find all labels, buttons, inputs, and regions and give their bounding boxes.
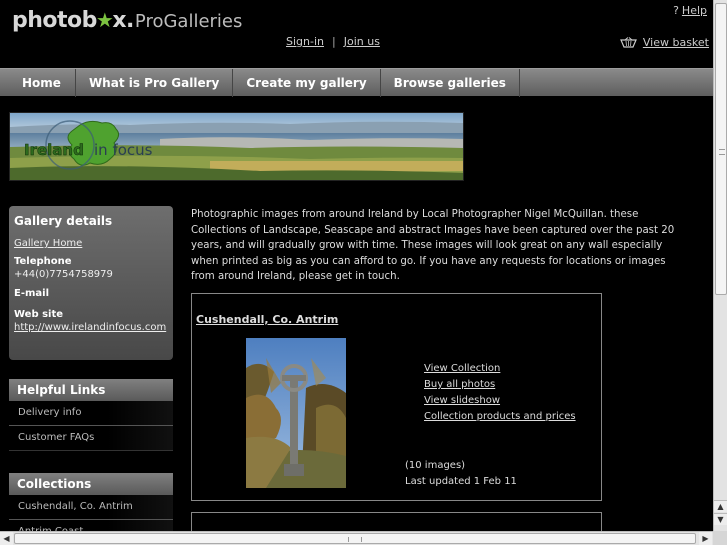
nav-browse-galleries[interactable]: Browse galleries xyxy=(381,69,520,97)
collection-thumbnail[interactable] xyxy=(246,338,346,488)
horizontal-scrollbar[interactable]: ◀ ▶ xyxy=(0,531,727,545)
customer-faqs-link[interactable]: Customer FAQs xyxy=(9,426,173,451)
gallery-home-link[interactable]: Gallery Home xyxy=(14,238,168,249)
delivery-info-link[interactable]: Delivery info xyxy=(9,401,173,426)
svg-text:Ireland: Ireland xyxy=(24,141,84,159)
help-area: ? Help xyxy=(673,4,707,17)
collection-products-prices-link[interactable]: Collection products and prices xyxy=(424,411,576,422)
gallery-banner: Ireland in focus xyxy=(9,112,464,181)
telephone-value: +44(0)7754758979 xyxy=(14,269,113,280)
collection-actions: View Collection Buy all photos View slid… xyxy=(424,363,576,422)
telephone-label: Telephone xyxy=(14,256,72,267)
auth-links: Sign-in | Join us xyxy=(286,35,380,48)
website-label: Web site xyxy=(14,309,64,320)
buy-all-photos-link[interactable]: Buy all photos xyxy=(424,379,576,390)
main-nav: Home What is Pro Gallery Create my galle… xyxy=(0,68,713,97)
collection-card: Cushendall, Co. Antrim View Collection B… xyxy=(191,293,602,501)
gallery-intro-text: Photographic images from around Ireland … xyxy=(191,209,675,282)
basket-icon[interactable] xyxy=(619,37,637,48)
scroll-left-arrow-icon[interactable]: ◀ xyxy=(0,532,13,545)
basket-area: View basket xyxy=(619,36,709,49)
collection-card-next xyxy=(191,512,602,531)
nav-create-my-gallery[interactable]: Create my gallery xyxy=(233,69,381,97)
gallery-details-title: Gallery details xyxy=(14,214,113,228)
scroll-right-arrow-icon[interactable]: ▶ xyxy=(699,532,712,545)
nav-what-is-pro-gallery[interactable]: What is Pro Gallery xyxy=(76,69,234,97)
auth-separator: | xyxy=(332,35,336,48)
photobox-logo[interactable]: photob★x. ProGalleries xyxy=(12,8,242,34)
gallery-details-panel: Gallery details Gallery Home Telephone +… xyxy=(9,206,173,360)
view-slideshow-link[interactable]: View slideshow xyxy=(424,395,576,406)
scroll-down-arrow-icon[interactable]: ▼ xyxy=(714,513,727,525)
logo-subtitle: ProGalleries xyxy=(134,11,243,32)
collection-link-antrim-coast[interactable]: Antrim Coast xyxy=(9,520,173,531)
collection-last-updated: Last updated 1 Feb 11 xyxy=(405,476,517,487)
logo-star-icon: ★ xyxy=(95,8,114,32)
collections-title: Collections xyxy=(9,473,173,495)
email-label: E-mail xyxy=(14,288,50,299)
vertical-scroll-thumb[interactable] xyxy=(715,3,727,295)
website-link[interactable]: http://www.irelandinfocus.com xyxy=(14,322,168,333)
horizontal-scroll-thumb[interactable] xyxy=(14,533,696,544)
join-us-link[interactable]: Join us xyxy=(344,35,380,48)
nav-home[interactable]: Home xyxy=(0,69,76,97)
sign-in-link[interactable]: Sign-in xyxy=(286,35,324,48)
helpful-links-panel: Helpful Links Delivery info Customer FAQ… xyxy=(9,379,173,451)
scrollbar-corner xyxy=(713,531,727,545)
collection-image-count: (10 images) xyxy=(405,460,466,471)
scroll-up-arrow-icon[interactable]: ▲ xyxy=(714,500,727,512)
page-viewport: photob★x. ProGalleries ? Help Sign-in | … xyxy=(0,0,713,531)
svg-text:in focus: in focus xyxy=(94,141,153,159)
vertical-scrollbar[interactable]: ▲ ▼ xyxy=(713,0,727,531)
banner-image: Ireland in focus xyxy=(10,113,463,180)
view-basket-link[interactable]: View basket xyxy=(643,36,709,49)
helpful-links-title: Helpful Links xyxy=(9,379,173,401)
help-link[interactable]: Help xyxy=(682,4,707,17)
logo-text: photob★x. xyxy=(12,8,134,33)
collection-title-link[interactable]: Cushendall, Co. Antrim xyxy=(196,313,338,326)
view-collection-link[interactable]: View Collection xyxy=(424,363,576,374)
collection-link-cushendall[interactable]: Cushendall, Co. Antrim xyxy=(9,495,173,520)
collections-panel: Collections Cushendall, Co. Antrim Antri… xyxy=(9,473,173,531)
help-icon: ? xyxy=(673,4,679,17)
